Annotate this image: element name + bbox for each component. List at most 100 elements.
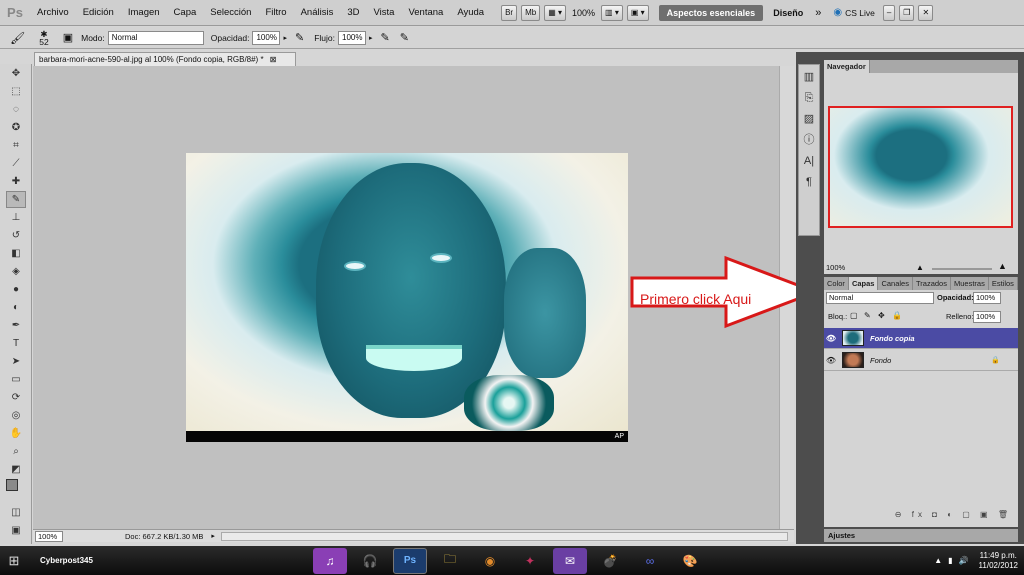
layer-opacity-input[interactable]: 100% <box>973 292 1001 304</box>
dodge-tool-icon[interactable]: ◐ <box>6 299 26 316</box>
marquee-tool-icon[interactable]: ⬚ <box>6 83 26 100</box>
menu-3d[interactable]: 3D <box>340 0 366 26</box>
close-button[interactable]: ✕ <box>918 4 934 21</box>
tab-swatches[interactable]: Muestras <box>951 277 989 290</box>
explorer-app-icon[interactable]: 🗀 <box>433 548 467 574</box>
menu-capa[interactable]: Capa <box>167 0 204 26</box>
history-brush-tool-icon[interactable]: ↺ <box>6 227 26 244</box>
tab-paths[interactable]: Trazados <box>913 277 951 290</box>
pen-tool-icon[interactable]: ✒ <box>6 317 26 334</box>
menu-analisis[interactable]: Análisis <box>294 0 341 26</box>
bridge-button[interactable]: Br <box>501 4 518 21</box>
tab-styles[interactable]: Estilos <box>989 277 1018 290</box>
layer-comps-icon[interactable]: ▨ <box>800 110 818 128</box>
tab-channels[interactable]: Canales <box>878 277 913 290</box>
character-panel-icon[interactable]: A| <box>800 152 818 170</box>
type-tool-icon[interactable]: T <box>6 335 26 352</box>
menu-imagen[interactable]: Imagen <box>121 0 167 26</box>
tab-navigator[interactable]: Navegador <box>824 60 870 73</box>
navigator-zoom-value[interactable]: 100% <box>826 263 845 272</box>
shape-tool-icon[interactable]: ▭ <box>6 371 26 388</box>
foreground-color-swatch[interactable] <box>6 479 18 491</box>
brush-preset-picker[interactable]: ✱ 52 <box>39 29 48 46</box>
view-extras-button[interactable]: ▦ ▾ <box>544 4 567 21</box>
menu-ventana[interactable]: Ventana <box>401 0 450 26</box>
workspace-design-button[interactable]: Diseño <box>773 8 803 18</box>
layer-row-fondo-copia[interactable]: 👁 Fondo copia <box>824 328 1018 349</box>
lock-position-icon[interactable]: ✥ <box>878 311 885 320</box>
pressure-opacity-icon[interactable]: ✎ <box>295 31 304 44</box>
fill-input[interactable]: 100% <box>973 311 1001 323</box>
quick-selection-tool-icon[interactable]: ✪ <box>6 119 26 136</box>
lasso-tool-icon[interactable]: ◌ <box>6 101 26 118</box>
3d-orbit-tool-icon[interactable]: ◎ <box>6 407 26 424</box>
workspace-essentials-button[interactable]: Aspectos esenciales <box>658 4 764 21</box>
brush-panel-icon[interactable]: ▣ <box>63 31 73 44</box>
itunes-app-icon[interactable]: ♫ <box>313 547 347 574</box>
blend-mode-select[interactable]: Normal <box>826 292 934 304</box>
paragraph-panel-icon[interactable]: ¶ <box>800 173 818 191</box>
info-panel-icon[interactable]: ⓘ <box>800 131 818 149</box>
cs-live-icon[interactable]: ◉ <box>833 7 842 18</box>
opacity-input[interactable]: 100% <box>252 30 281 45</box>
tab-color[interactable]: Color <box>824 277 849 290</box>
menu-archivo[interactable]: Archivo <box>30 0 76 26</box>
zoom-level-menu[interactable]: 100% <box>572 8 595 18</box>
3d-rotate-tool-icon[interactable]: ⟳ <box>6 389 26 406</box>
menu-filtro[interactable]: Filtro <box>258 0 293 26</box>
quick-mask-icon[interactable]: ◫ <box>6 504 26 521</box>
cs-live-button[interactable]: CS Live <box>845 8 875 18</box>
close-document-icon[interactable]: ⊠ <box>270 55 277 64</box>
loop-app-icon[interactable]: ∞ <box>633 548 667 574</box>
brush-tool-active-icon[interactable]: ✎ <box>6 191 26 208</box>
show-hidden-icons[interactable]: ▲ <box>934 556 942 565</box>
lock-all-icon[interactable]: 🔒 <box>892 311 902 320</box>
flow-input[interactable]: 100% <box>338 30 367 45</box>
game-app-icon[interactable]: ✦ <box>513 548 547 574</box>
blur-tool-icon[interactable]: ● <box>6 281 26 298</box>
history-panel-icon[interactable]: ⎘ <box>800 89 818 107</box>
visibility-eye-icon[interactable]: 👁 <box>824 356 838 365</box>
lock-transparency-icon[interactable]: ▢ <box>850 311 858 320</box>
screen-mode-icon[interactable]: ▣ <box>6 522 26 539</box>
status-menu-arrow[interactable]: ▸ <box>211 532 215 540</box>
minimize-button[interactable]: – <box>882 4 896 21</box>
navigator-zoom-slider[interactable] <box>932 268 992 270</box>
paint-app-icon[interactable]: 🎨 <box>673 548 707 574</box>
flow-slider-arrow[interactable]: ▸ <box>369 34 373 42</box>
menu-edicion[interactable]: Edición <box>76 0 121 26</box>
tab-layers[interactable]: Capas <box>848 277 879 290</box>
document-image[interactable]: AP <box>186 153 628 442</box>
layer-row-fondo[interactable]: 👁 Fondo 🔒 <box>824 350 1018 371</box>
lock-pixels-icon[interactable]: ✎ <box>864 311 871 320</box>
adjustments-panel-tab[interactable]: Ajustes <box>824 529 1018 542</box>
default-colors-icon[interactable]: ◩ <box>6 461 26 478</box>
eyedropper-tool-icon[interactable]: ⟋ <box>6 155 26 172</box>
layer-footer-tools[interactable]: ⊖ fx ◘ ◐ ▢ ▣ 🗑 <box>824 510 1018 524</box>
arrange-documents-button[interactable]: ▥ ▾ <box>601 4 623 21</box>
airbrush-icon[interactable]: ✎ <box>381 31 390 44</box>
clock[interactable]: 11:49 p.m. 11/02/2012 <box>979 551 1018 571</box>
healing-brush-tool-icon[interactable]: ✚ <box>6 173 26 190</box>
volume-icon[interactable]: 🔊 <box>959 556 969 565</box>
zoom-in-icon[interactable]: ▲ <box>998 261 1007 271</box>
start-button-icon[interactable]: ⊞ <box>0 548 28 574</box>
headphones-app-icon[interactable]: 🎧 <box>353 548 387 574</box>
menu-ayuda[interactable]: Ayuda <box>450 0 491 26</box>
pressure-size-icon[interactable]: ✎ <box>400 31 409 44</box>
visibility-eye-icon[interactable]: 👁 <box>824 334 838 343</box>
mail-app-icon[interactable]: ✉ <box>553 547 587 574</box>
more-workspaces-icon[interactable]: » <box>815 7 821 19</box>
network-icon[interactable]: ▮ <box>948 556 952 565</box>
document-tab[interactable]: barbara-mori-acne-590-al.jpg al 100% (Fo… <box>34 52 296 66</box>
navigator-thumbnail[interactable] <box>828 106 1013 228</box>
menu-vista[interactable]: Vista <box>367 0 402 26</box>
paint-bucket-tool-icon[interactable]: ◈ <box>6 263 26 280</box>
color-swatches[interactable] <box>6 479 26 497</box>
horizontal-scrollbar[interactable] <box>220 531 788 541</box>
brush-tool-icon[interactable]: 🖌 <box>10 31 25 45</box>
opacity-slider-arrow[interactable]: ▸ <box>283 34 287 42</box>
histogram-panel-icon[interactable]: ▥ <box>800 68 818 86</box>
menu-seleccion[interactable]: Selección <box>203 0 258 26</box>
hand-tool-icon[interactable]: ✋ <box>6 425 26 442</box>
